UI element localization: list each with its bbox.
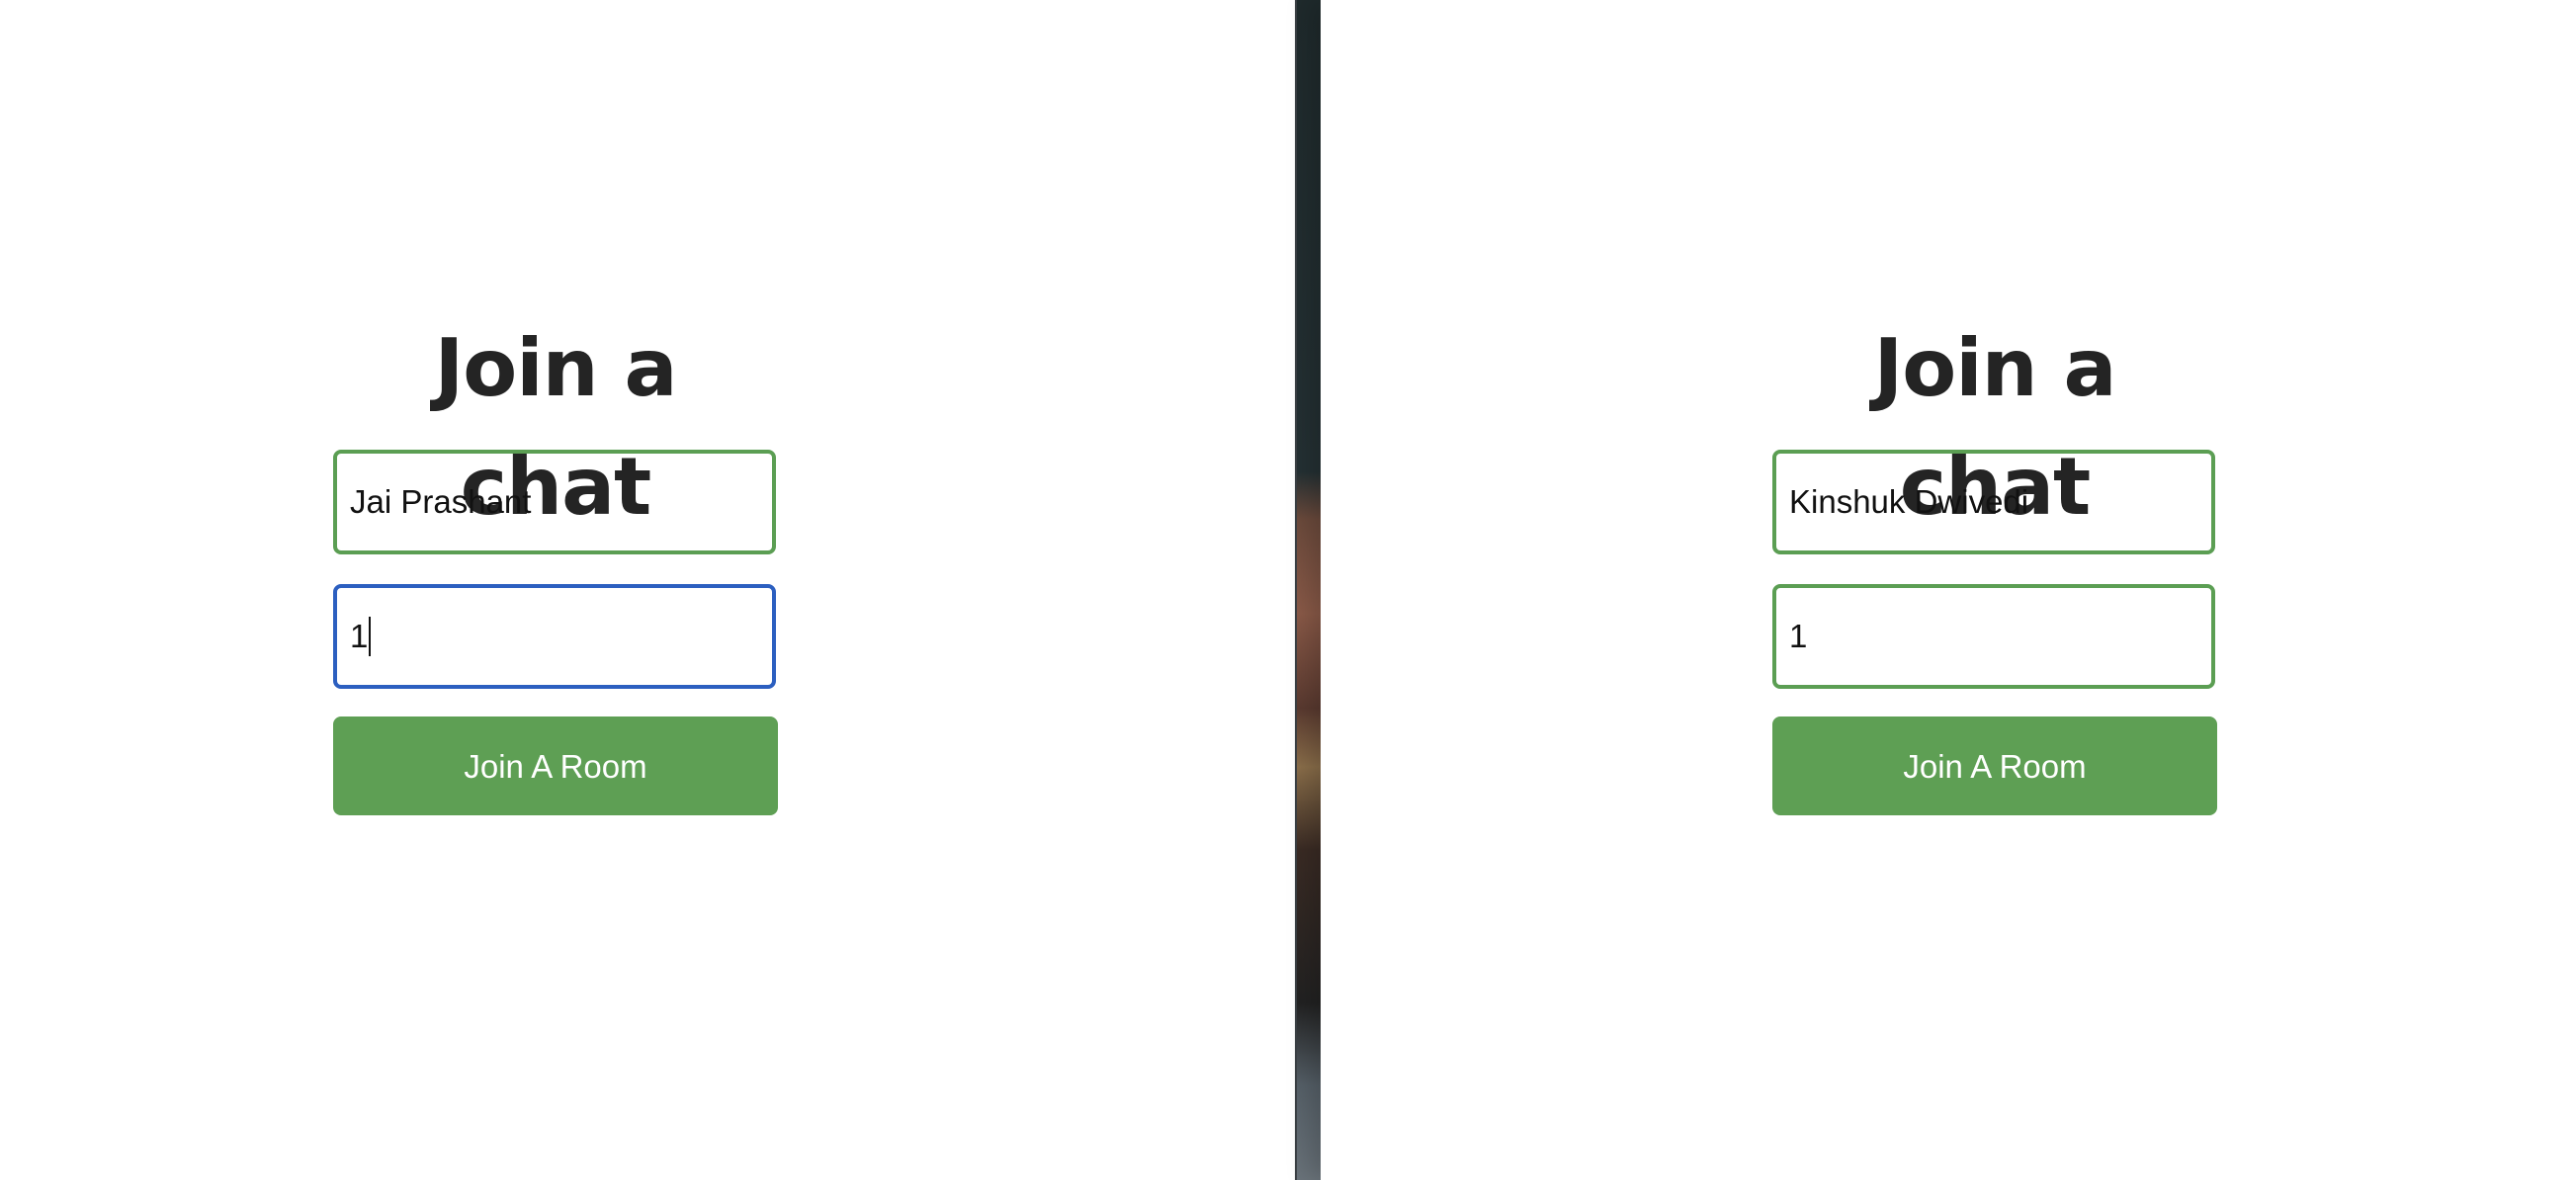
text-caret xyxy=(369,617,372,657)
page-title: Join a chat xyxy=(1873,322,2117,533)
page-title: Join a chat xyxy=(434,322,678,533)
name-input[interactable]: Kinshuk Dwivedi xyxy=(1772,450,2215,554)
join-room-button[interactable]: Join A Room xyxy=(333,716,778,815)
join-chat-form: Join a chat Kinshuk Dwivedi 1 Join A Roo… xyxy=(1772,309,2217,815)
join-room-button[interactable]: Join A Room xyxy=(1772,716,2217,815)
desktop: Join a chat Jai Prashant 1 Join A Room J… xyxy=(0,0,2576,1180)
room-input[interactable]: 1 xyxy=(1772,584,2215,689)
right-browser-window: Join a chat Kinshuk Dwivedi 1 Join A Roo… xyxy=(1321,0,2576,1180)
name-input-value: Jai Prashant xyxy=(350,483,532,520)
room-input[interactable]: 1 xyxy=(333,584,776,689)
left-browser-window: Join a chat Jai Prashant 1 Join A Room xyxy=(0,0,1295,1180)
room-input-value: 1 xyxy=(1789,618,1808,654)
join-chat-form: Join a chat Jai Prashant 1 Join A Room xyxy=(333,309,778,815)
desktop-wallpaper-strip xyxy=(1295,0,1323,1180)
room-input-value: 1 xyxy=(350,618,369,654)
name-input-value: Kinshuk Dwivedi xyxy=(1789,483,2029,520)
